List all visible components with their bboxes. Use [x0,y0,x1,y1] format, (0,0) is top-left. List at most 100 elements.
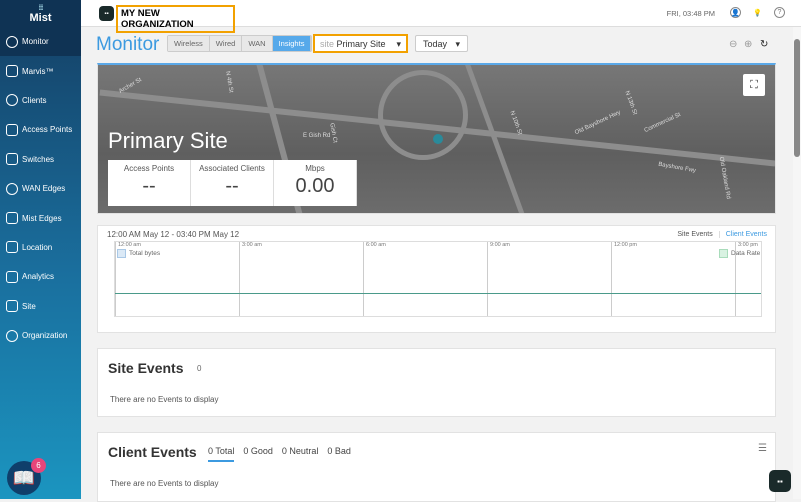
sidebar-item-analytics[interactable]: Analytics [0,262,81,291]
legend-data-rate: Data Rate [719,249,760,258]
sidebar-item-access-points[interactable]: Access Points [0,115,81,144]
sidebar-item-monitor[interactable]: Monitor [0,27,81,57]
street-label: Old Bayshore Hwy [574,109,622,137]
site-marker[interactable] [433,134,443,144]
zoom-in-icon[interactable]: ⊕ [744,39,752,50]
tab-wired[interactable]: Wired [209,36,243,51]
tab-total[interactable]: 0 Total [208,446,235,462]
x-tick-label: 3:00 am [242,242,262,248]
sidebar-item-clients[interactable]: Clients [0,86,81,115]
street-label: Gish Ct [328,122,338,144]
mist-edge-icon [6,212,18,225]
site-events-title: Site Events [108,360,184,376]
sidebar-item-label: Monitor [22,37,49,47]
legend-label: Data Rate [731,250,761,257]
tab-site-events[interactable]: Site Events [677,231,712,238]
top-bar: ▪▪ MY NEW ORGANIZATION FRI, 03:48 PM 👤 💡… [81,0,801,33]
empty-message: There are no Events to display [110,479,219,488]
tab-good[interactable]: 0 Good [243,446,273,462]
site-events-count: 0 [197,364,202,373]
range-selector[interactable]: Today ▾ [415,35,468,52]
site-map[interactable]: Archer St N 4th St E Gish Rd Gish Ct N 1… [97,63,776,214]
tab-insights[interactable]: Insights [272,36,312,51]
client-events-tabs: 0 Total 0 Good 0 Neutral 0 Bad [208,446,351,462]
sidebar-item-marvis[interactable]: Marvis™ [0,56,81,85]
sidebar-item-label: Organization [22,331,68,341]
x-tick-label: 12:00 am [118,242,141,248]
sidebar-item-switches[interactable]: Switches [0,145,81,174]
switch-icon [6,153,18,166]
legend-total-bytes: Total bytes [117,249,160,258]
mist-logo[interactable]: ⁞⁞⁞ Mist [0,0,81,27]
street-label: N 4th St [224,70,234,94]
street-label: N 13th St [623,90,638,116]
org-name[interactable]: MY NEW ORGANIZATION [116,5,235,33]
site-selector[interactable]: site Primary Site ▾ [313,34,408,53]
chart-plot[interactable]: 12:00 am 3:00 am 6:00 am 9:00 am 12:00 p… [114,241,762,317]
fullscreen-button[interactable]: ⛶ [743,74,765,96]
help-badge: 6 [31,458,46,473]
access-point-icon [6,123,18,136]
clients-icon [6,94,18,107]
location-icon [6,241,18,254]
sidebar-item-mist-edges[interactable]: Mist Edges [0,203,81,232]
bot-icon: ▪▪ [777,476,783,486]
brand-name: Mist [29,12,52,24]
site-key: site [320,39,335,49]
tab-bad[interactable]: 0 Bad [327,446,351,462]
expand-icon: ⛶ [750,79,758,91]
marvis-chat-button[interactable]: ▪▪ [769,470,791,492]
sidebar-item-site[interactable]: Site [0,292,81,321]
stat-label: Mbps [305,164,325,173]
sidebar-item-label: Clients [22,95,47,105]
data-line [115,293,761,294]
tab-wan[interactable]: WAN [242,36,273,51]
caret-down-icon: ▾ [455,39,460,49]
sidebar-item-location[interactable]: Location [0,233,81,262]
help-icon[interactable]: ? [774,7,785,18]
datetime: FRI, 03:48 PM [666,9,715,18]
timeline-chart: 12:00 AM May 12 - 03:40 PM May 12 Site E… [97,225,776,333]
stat-associated-clients: Associated Clients -- [191,160,274,206]
legend-label: Total bytes [129,250,161,257]
range-value: Today [423,39,448,49]
caret-down-icon: ▾ [396,39,401,49]
client-events-card: Client Events 0 Total 0 Good 0 Neutral 0… [97,432,776,502]
refresh-icon[interactable]: ↻ [760,39,768,50]
zoom-out-icon[interactable]: ⊖ [729,39,737,50]
sidebar-item-label: WAN Edges [22,184,66,194]
street-label: Bayshore Fwy [657,161,697,175]
filter-settings-icon[interactable]: ☰ [758,443,767,454]
x-tick-label: 12:00 pm [614,242,637,248]
sidebar-item-label: Site [22,301,36,311]
scrollbar[interactable] [793,27,801,499]
sidebar: ⁞⁞⁞ Mist Monitor Marvis™ Clients Access P… [0,0,81,499]
org-icon: ▪▪ [99,6,114,21]
book-icon: 📖 [12,467,36,488]
sidebar-item-label: Location [22,242,53,252]
x-tick-label: 9:00 am [490,242,510,248]
tab-neutral[interactable]: 0 Neutral [282,446,319,462]
sidebar-item-label: Access Points [22,125,73,135]
user-icon[interactable]: 👤 [730,7,741,18]
chart-range: 12:00 AM May 12 - 03:40 PM May 12 [107,230,240,239]
tab-client-events[interactable]: Client Events [718,231,767,238]
lightbulb-icon[interactable]: 💡 [752,7,763,18]
tab-wireless[interactable]: Wireless [168,36,210,51]
street-label: Commercial St [643,111,682,135]
wan-edge-icon [6,182,18,195]
sidebar-item-label: Switches [22,154,55,164]
sidebar-item-wan-edges[interactable]: WAN Edges [0,174,81,203]
scrollbar-thumb[interactable] [794,39,800,157]
x-tick-label: 3:00 pm [738,242,758,248]
page-title: Monitor [96,34,160,55]
view-tabs: Wireless Wired WAN Insights [167,35,313,52]
site-icon [6,300,18,313]
sidebar-item-organization[interactable]: Organization [0,321,81,350]
stat-mbps: Mbps 0.00 [274,160,357,206]
street-label: Old Oakland Rd [717,156,732,200]
stat-label: Access Points [123,164,175,173]
site-events-card: Site Events 0 There are no Events to dis… [97,348,776,417]
sidebar-item-label: Analytics [22,272,55,282]
client-events-title: Client Events [108,444,197,460]
